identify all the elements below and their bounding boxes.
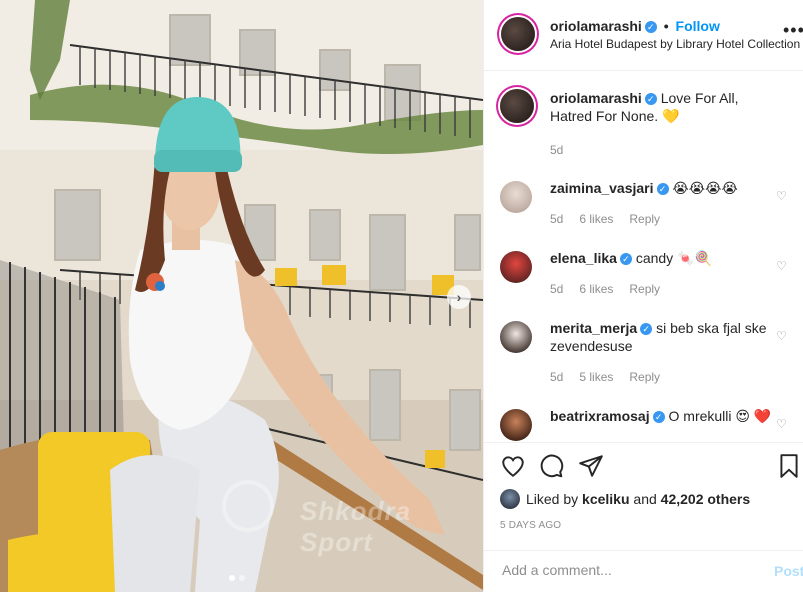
commenter-avatar[interactable] bbox=[500, 409, 532, 441]
verified-badge-icon: ✓ bbox=[644, 93, 657, 105]
comment-reply-button[interactable]: Reply bbox=[629, 282, 660, 296]
post-actions: Liked by kceliku and 42,202 others 5 DAY… bbox=[484, 442, 803, 550]
follow-separator: • bbox=[663, 18, 669, 34]
likes-prefix: Liked by bbox=[526, 491, 579, 507]
comment-likes[interactable]: 5 likes bbox=[579, 370, 613, 384]
comment-age[interactable]: 5d bbox=[550, 282, 563, 296]
post-photo[interactable]: Shkodra Sport › bbox=[0, 0, 483, 592]
comment-text-block: zaimina_vasjari ✓ 😭😭😭😭 bbox=[550, 179, 778, 197]
verified-badge-icon: ✓ bbox=[619, 253, 632, 265]
post-header: oriolamarashi ✓ • Follow Aria Hotel Budap… bbox=[484, 0, 803, 71]
comment-text-block: merita_merja ✓ si beb ska fjal ske zevend… bbox=[550, 319, 778, 355]
verified-badge-icon: ✓ bbox=[656, 183, 669, 195]
comment-username[interactable]: zaimina_vasjari bbox=[550, 180, 654, 196]
comment-text: 😭😭😭😭 bbox=[672, 180, 738, 196]
caption-text-block: oriolamarashi ✓ Love For All, Hatred For … bbox=[550, 89, 778, 125]
post-location[interactable]: Aria Hotel Budapest by Library Hotel Col… bbox=[550, 37, 800, 51]
caption-age[interactable]: 5d bbox=[550, 143, 563, 157]
liker-avatar[interactable] bbox=[500, 489, 520, 509]
liker-username[interactable]: kceliku bbox=[582, 491, 629, 507]
comment-reply-button[interactable]: Reply bbox=[629, 212, 660, 226]
comments-list[interactable]: oriolamarashi ✓ Love For All, Hatred For … bbox=[484, 71, 803, 442]
post-sidebar: oriolamarashi ✓ • Follow Aria Hotel Budap… bbox=[483, 0, 803, 592]
comment-meta: 5d 6 likes Reply bbox=[550, 212, 660, 226]
watermark-logo-icon bbox=[222, 480, 274, 532]
comment-age[interactable]: 5d bbox=[550, 212, 563, 226]
post-timestamp[interactable]: 5 DAYS AGO bbox=[500, 520, 561, 531]
comment-text: O mrekulli 😍 ❤️ bbox=[668, 408, 772, 424]
comment-likes[interactable]: 6 likes bbox=[579, 212, 613, 226]
watermark-text: Shkodra Sport bbox=[300, 496, 412, 557]
caption-username[interactable]: oriolamarashi bbox=[550, 90, 642, 106]
share-icon[interactable] bbox=[578, 453, 604, 479]
caption-avatar[interactable] bbox=[500, 89, 534, 123]
header-user-line: oriolamarashi ✓ • Follow bbox=[550, 18, 720, 34]
caption: oriolamarashi ✓ Love For All, Hatred For … bbox=[500, 89, 800, 161]
likes-others-link[interactable]: 42,202 others bbox=[661, 491, 751, 507]
commenter-avatar[interactable] bbox=[500, 181, 532, 213]
caption-meta: 5d bbox=[550, 143, 563, 157]
author-avatar[interactable] bbox=[501, 17, 535, 51]
bookmark-icon[interactable] bbox=[776, 453, 802, 479]
comment-like-heart-icon[interactable]: ♡ bbox=[776, 417, 787, 431]
carousel-next-icon: › bbox=[456, 289, 462, 305]
likes-joiner: and bbox=[633, 491, 657, 507]
carousel-next-button[interactable]: › bbox=[447, 285, 471, 309]
comment-item: elena_lika ✓ candy 🍬🍭 5d 6 likes Reply ♡ bbox=[500, 249, 800, 309]
comment-meta: 5d 5 likes Reply bbox=[550, 370, 660, 384]
follow-button[interactable]: Follow bbox=[676, 18, 720, 34]
comment-like-heart-icon[interactable]: ♡ bbox=[776, 259, 787, 273]
more-options-icon[interactable]: ••• bbox=[783, 20, 803, 41]
carousel-indicator bbox=[229, 575, 245, 581]
comment-username[interactable]: beatrixramosaj bbox=[550, 408, 650, 424]
comment-likes[interactable]: 6 likes bbox=[579, 282, 613, 296]
add-comment-input[interactable] bbox=[500, 561, 754, 579]
author-username[interactable]: oriolamarashi bbox=[550, 18, 642, 34]
likes-summary: Liked by kceliku and 42,202 others bbox=[500, 489, 750, 509]
comment-like-heart-icon[interactable]: ♡ bbox=[776, 329, 787, 343]
carousel-dot bbox=[239, 575, 245, 581]
commenter-avatar[interactable] bbox=[500, 251, 532, 283]
comment-age[interactable]: 5d bbox=[550, 370, 563, 384]
carousel-dot-active bbox=[229, 575, 235, 581]
verified-badge-icon: ✓ bbox=[640, 323, 653, 335]
comment-text-block: beatrixramosaj ✓ O mrekulli 😍 ❤️ bbox=[550, 407, 778, 425]
comment-text-block: elena_lika ✓ candy 🍬🍭 bbox=[550, 249, 778, 267]
comment-item: merita_merja ✓ si beb ska fjal ske zevend… bbox=[500, 319, 800, 395]
comment-icon[interactable] bbox=[538, 453, 564, 479]
comment-reply-button[interactable]: Reply bbox=[629, 370, 660, 384]
verified-badge-icon: ✓ bbox=[644, 21, 657, 33]
comment-text: candy 🍬🍭 bbox=[635, 250, 712, 266]
comment-username[interactable]: elena_lika bbox=[550, 250, 617, 266]
comment-username[interactable]: merita_merja bbox=[550, 320, 637, 336]
comment-meta: 5d 6 likes Reply bbox=[550, 282, 660, 296]
commenter-avatar[interactable] bbox=[500, 321, 532, 353]
verified-badge-icon: ✓ bbox=[652, 411, 665, 423]
comment-item: zaimina_vasjari ✓ 😭😭😭😭 5d 6 likes Reply ♡ bbox=[500, 179, 800, 239]
heart-icon[interactable] bbox=[500, 453, 526, 479]
comment-like-heart-icon[interactable]: ♡ bbox=[776, 189, 787, 203]
post-comment-button[interactable]: Post bbox=[774, 563, 803, 579]
comment-composer: Post bbox=[484, 550, 803, 592]
comment-item: beatrixramosaj ✓ O mrekulli 😍 ❤️ ♡ bbox=[500, 407, 800, 442]
